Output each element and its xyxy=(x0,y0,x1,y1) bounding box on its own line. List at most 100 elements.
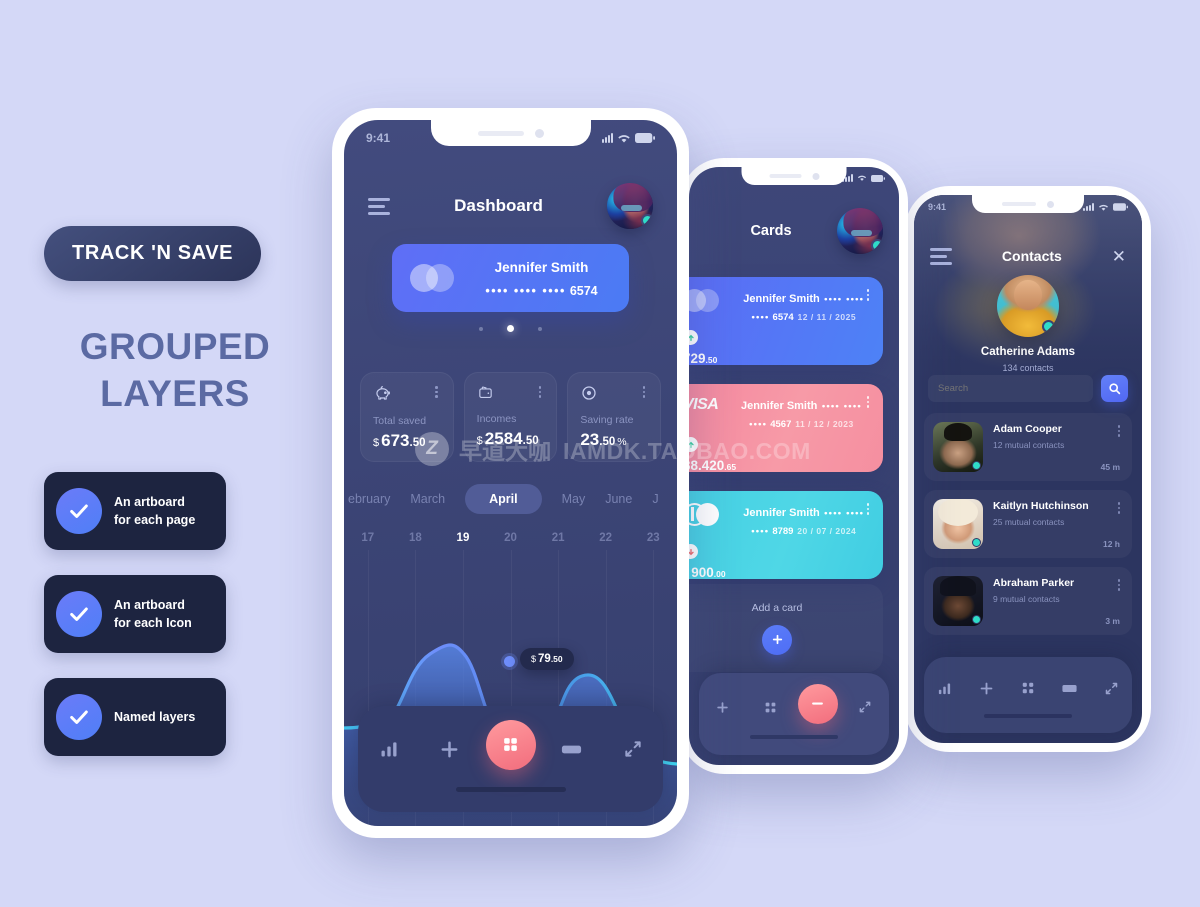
avatar[interactable] xyxy=(997,275,1059,337)
remove-icon xyxy=(812,702,824,705)
signal-icon xyxy=(602,133,613,143)
tab-remove[interactable] xyxy=(794,683,842,724)
device-notch xyxy=(972,195,1084,213)
month-option[interactable]: J xyxy=(652,492,658,506)
card-amount-dec: .00 xyxy=(713,569,726,579)
stat-value: $673.50 xyxy=(373,431,441,451)
stat-card-header xyxy=(477,384,545,406)
tab-add[interactable] xyxy=(699,690,747,724)
online-status-dot xyxy=(972,615,981,624)
more-options-icon[interactable] xyxy=(1117,502,1120,514)
tab-cards[interactable] xyxy=(541,728,602,770)
profile-subtitle: 134 contacts xyxy=(1002,363,1054,373)
card-bottom: 729.50 xyxy=(689,330,869,365)
credit-card[interactable]: Jennifer Smith •••• •••• •••• 6574 xyxy=(392,244,629,312)
search-row xyxy=(928,375,1128,402)
list-item[interactable]: Jennifer Smith •••• •••• •••• 8789 20 / 0… xyxy=(689,491,883,579)
list-item[interactable]: Kaitlyn Hutchinson 25 mutual contacts 12… xyxy=(924,490,1132,558)
online-status-dot xyxy=(871,239,883,252)
tab-add[interactable] xyxy=(966,672,1008,704)
card-amount-prefix: - xyxy=(689,565,691,579)
card-date: 12 / 11 / 2025 xyxy=(797,312,857,322)
status-time: 9:41 xyxy=(366,131,391,145)
tab-cards[interactable] xyxy=(1049,672,1091,704)
tab-more[interactable] xyxy=(602,728,663,770)
feature-line-2: for each Icon xyxy=(114,615,192,630)
tab-more[interactable] xyxy=(842,690,890,724)
pager-dot-active[interactable] xyxy=(507,325,514,332)
wifi-icon xyxy=(618,134,630,142)
tab-apps[interactable] xyxy=(747,690,795,724)
avatar[interactable] xyxy=(837,208,883,254)
card-holder: Jennifer Smith xyxy=(743,293,820,305)
more-options-icon[interactable] xyxy=(432,384,441,400)
add-card-panel[interactable]: Add a card xyxy=(689,584,883,672)
hamburger-icon[interactable] xyxy=(368,197,390,215)
list-item[interactable]: VISA Jennifer Smith •••• •••• ••••4567 1… xyxy=(689,384,883,472)
more-options-icon[interactable] xyxy=(866,396,869,408)
chart-highlight-point[interactable] xyxy=(504,656,515,667)
stat-card-incomes[interactable]: Incomes $2584.50 xyxy=(463,372,558,462)
more-options-icon[interactable] xyxy=(866,289,869,301)
status-icons xyxy=(602,133,655,144)
stat-card-saving-rate[interactable]: Saving rate 23.50% xyxy=(567,372,662,462)
tab-stats[interactable] xyxy=(358,728,419,770)
stat-value: $2584.50 xyxy=(477,429,545,449)
bottom-tab-bar xyxy=(924,657,1132,733)
search-input[interactable] xyxy=(928,375,1093,402)
more-options-icon[interactable] xyxy=(536,384,545,400)
list-item[interactable]: Named layers xyxy=(44,677,226,756)
tab-stats[interactable] xyxy=(924,672,966,704)
month-option-selected[interactable]: April xyxy=(465,484,542,514)
list-item[interactable]: Adam Cooper 12 mutual contacts 45 m xyxy=(924,413,1132,481)
more-options-icon[interactable] xyxy=(640,384,649,400)
month-option[interactable]: March xyxy=(410,492,445,506)
apps-fab-button[interactable] xyxy=(485,719,536,770)
pager-dot[interactable] xyxy=(538,326,542,331)
card-top: Jennifer Smith •••• •••• •••• 8789 20 / 0… xyxy=(689,503,869,539)
card-bottom: 38.420.65 xyxy=(689,437,869,472)
avatar-face xyxy=(837,208,883,254)
avatar xyxy=(933,576,983,626)
add-card-button[interactable] xyxy=(762,624,792,655)
avatar xyxy=(933,499,983,549)
pager-dot[interactable] xyxy=(479,326,483,331)
cards-list: Jennifer Smith •••• •••• •••• 6574 12 / 1… xyxy=(689,277,883,579)
list-item[interactable]: An artboard for each page xyxy=(44,471,226,550)
card-top: VISA Jennifer Smith •••• •••• ••••4567 1… xyxy=(689,396,869,432)
more-options-icon[interactable] xyxy=(866,503,869,515)
page-title: Dashboard xyxy=(454,196,543,215)
search-icon[interactable] xyxy=(1101,375,1128,402)
plus-icon xyxy=(772,634,782,645)
avatar[interactable] xyxy=(607,183,653,229)
speaker-icon xyxy=(1002,202,1036,206)
close-icon[interactable]: ✕ xyxy=(1112,248,1126,265)
list-item[interactable]: Jennifer Smith •••• •••• •••• 6574 12 / 1… xyxy=(689,277,883,365)
month-option[interactable]: May xyxy=(562,492,586,506)
list-item[interactable]: Abraham Parker 9 mutual contacts 3 m xyxy=(924,567,1132,635)
check-icon xyxy=(56,487,102,534)
month-option[interactable]: June xyxy=(605,492,632,506)
camera-icon xyxy=(812,172,819,180)
profile-name: Catherine Adams xyxy=(980,346,1076,358)
more-options-icon[interactable] xyxy=(1117,579,1120,591)
remove-fab-button[interactable] xyxy=(797,683,838,724)
month-option[interactable]: ebruary xyxy=(348,492,390,506)
camera-icon xyxy=(1047,200,1054,208)
card-masked-digits: •••• •••• •••• xyxy=(751,294,865,323)
hamburger-icon[interactable] xyxy=(930,247,952,265)
list-item[interactable]: An artboard for each Icon xyxy=(44,574,226,653)
tab-more[interactable] xyxy=(1090,672,1132,704)
card-pagination xyxy=(344,325,677,332)
stat-card-total-saved[interactable]: Total saved $673.50 xyxy=(360,372,454,462)
card-last4: 6574 xyxy=(772,312,794,323)
trend-up-icon xyxy=(689,437,698,452)
more-options-icon[interactable] xyxy=(1117,425,1120,437)
tab-apps[interactable] xyxy=(1007,672,1049,704)
add-card-label: Add a card xyxy=(751,601,803,614)
feature-line-2: for each page xyxy=(114,512,196,527)
left-info-panel: TRACK 'N SAVE GROUPED LAYERS An artboard… xyxy=(44,226,344,756)
signal-icon xyxy=(842,174,853,182)
tab-add[interactable] xyxy=(419,728,480,770)
tab-apps[interactable] xyxy=(480,719,541,770)
